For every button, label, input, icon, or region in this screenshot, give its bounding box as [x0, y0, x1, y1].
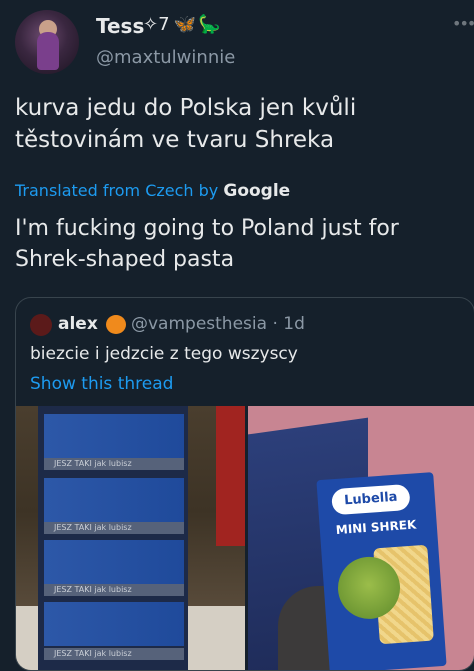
- shelf-row: [44, 602, 184, 646]
- product-name: MINI SHREK: [335, 517, 417, 538]
- shelf-row: [44, 540, 184, 584]
- author-avatar[interactable]: [15, 10, 79, 74]
- butterfly-icon: 🦋: [173, 14, 196, 35]
- red-display: [216, 406, 245, 546]
- quoted-avatar[interactable]: [30, 314, 52, 336]
- quoted-author-name: alex: [58, 314, 98, 334]
- more-options-icon[interactable]: •••: [452, 14, 474, 33]
- avatar-figure: [37, 32, 59, 70]
- meta-separator: ·: [272, 314, 278, 334]
- quoted-tweet[interactable]: alex @vampesthesia · 1d biezcie i jedzci…: [15, 297, 474, 671]
- quoted-text: biezcie i jedzcie z tego wszyscy: [30, 344, 298, 364]
- tweet-text: kurva jedu do Polska jen kvůli těstoviná…: [15, 95, 357, 153]
- author-badges: ✧7 🦋 🦕: [143, 14, 220, 35]
- show-thread-link[interactable]: Show this thread: [30, 374, 173, 394]
- shelf-sign: JESZ TAKI jak lubisz: [44, 584, 184, 596]
- pumpkin-icon: [106, 315, 126, 334]
- shelf-row: [44, 478, 184, 522]
- pasta-box: Lubella MINI SHREK: [316, 472, 447, 670]
- translated-text: I'm fucking going to Poland just for Shr…: [15, 216, 399, 272]
- quoted-photo-shelf[interactable]: JESZ TAKI jak lubisz JESZ TAKI jak lubis…: [16, 406, 245, 670]
- sparkle-icon: ✧: [143, 14, 159, 35]
- shelf-sign: JESZ TAKI jak lubisz: [44, 522, 184, 534]
- quoted-time: 1d: [283, 314, 305, 334]
- shelf-sign: JESZ TAKI jak lubisz: [44, 458, 184, 470]
- quoted-author-meta: @vampesthesia · 1d: [131, 314, 305, 334]
- shelf-sign: JESZ TAKI jak lubisz: [44, 648, 184, 660]
- dinosaur-icon: 🦕: [197, 14, 221, 35]
- translated-label: Translated from Czech by: [15, 181, 219, 200]
- shelf-row: [44, 414, 184, 458]
- quoted-photo-pasta-box[interactable]: Lubella MINI SHREK: [248, 406, 474, 670]
- badge-number: 7: [158, 14, 170, 35]
- author-handle[interactable]: @maxtulwinnie: [96, 47, 235, 68]
- author-name[interactable]: Tess: [96, 14, 144, 38]
- translation-attribution[interactable]: Translated from Czech by Google: [15, 181, 290, 201]
- google-logo: Google: [223, 181, 291, 201]
- brand-logo: Lubella: [331, 483, 411, 516]
- quoted-author-handle: @vampesthesia: [131, 314, 268, 334]
